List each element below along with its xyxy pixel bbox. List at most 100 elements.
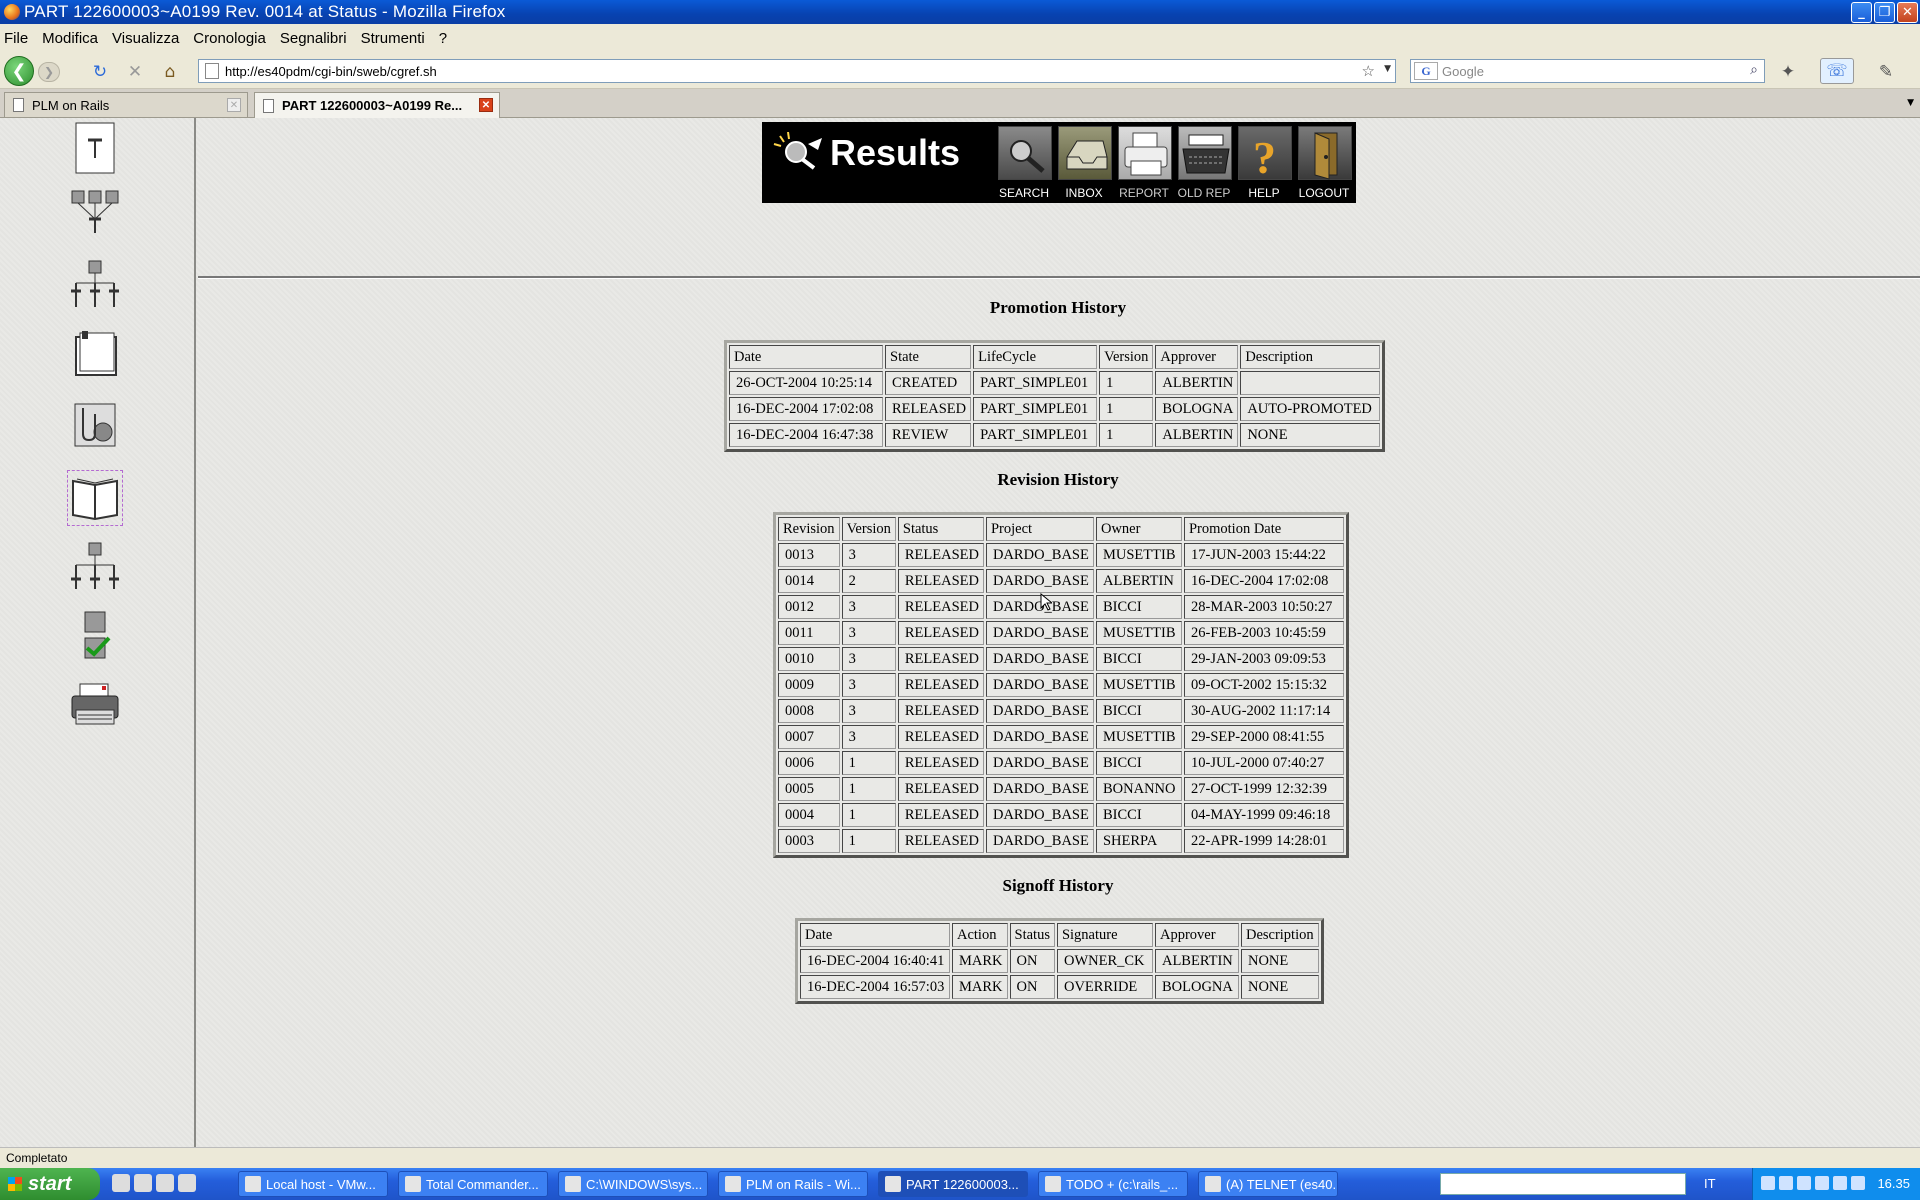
menu-visualizza[interactable]: Visualizza [112, 30, 179, 47]
document-pin-icon[interactable] [68, 121, 122, 175]
multi-level-tree-icon[interactable] [68, 188, 122, 242]
edit-tool-icon[interactable]: ✎ [1876, 62, 1896, 82]
tray-icon[interactable] [1815, 1176, 1829, 1190]
inbox-nav-button[interactable]: INBOX [1054, 126, 1114, 202]
table-cell: DARDO_BASE [985, 751, 1094, 775]
logout-nav-button[interactable]: LOGOUT [1294, 126, 1354, 202]
bookmark-star-icon[interactable]: ☆ [1362, 62, 1375, 80]
menu-help[interactable]: ? [439, 30, 447, 47]
left-icon-frame [0, 118, 196, 1147]
forward-button[interactable]: ❯ [38, 62, 60, 82]
google-engine-icon[interactable]: G [1414, 62, 1438, 80]
tab-plm-on-rails[interactable]: PLM on Rails ✕ [4, 92, 248, 117]
table-cell: 26-FEB-2003 10:45:59 [1183, 621, 1344, 645]
table-cell: 1 [1099, 423, 1154, 447]
open-book-icon[interactable] [67, 470, 123, 526]
tray-icon[interactable] [1851, 1176, 1865, 1190]
old-report-label: OLD REP [1177, 186, 1231, 200]
report-nav-button[interactable]: REPORT [1114, 126, 1174, 202]
table-cell: DARDO_BASE [985, 777, 1094, 801]
taskbar-window-button[interactable]: TODO + (c:\rails_... [1038, 1171, 1188, 1197]
back-button[interactable]: ❮ [4, 56, 34, 86]
minimize-button[interactable]: _ [1851, 2, 1872, 23]
tray-icon[interactable] [1797, 1176, 1811, 1190]
table-cell: 09-OCT-2002 15:15:32 [1183, 673, 1344, 697]
table-cell: PART_SIMPLE01 [973, 397, 1098, 421]
menu-segnalibri[interactable]: Segnalibri [280, 30, 347, 47]
addon-icon[interactable]: ✦ [1778, 62, 1798, 82]
taskbar-search-field[interactable] [1440, 1173, 1686, 1195]
table-cell: 2 [841, 569, 896, 593]
table-row: 16-DEC-2004 16:40:41 MARK ON OWNER_CK ALBERT… [800, 949, 1319, 973]
attachment-icon[interactable] [68, 398, 122, 452]
where-used-tree-icon[interactable] [68, 540, 122, 594]
table-cell: MARK [952, 975, 1008, 999]
revision-history-table: Revision Version Status Project Owner Promoti… [773, 512, 1349, 858]
search-nav-button[interactable]: SEARCH [994, 126, 1054, 202]
checklist-icon[interactable] [68, 608, 122, 662]
url-dropdown-icon[interactable]: ▼ [1384, 64, 1391, 74]
taskbar-window-button[interactable]: Local host - VMw... [238, 1171, 388, 1197]
home-icon[interactable]: ⌂ [160, 62, 180, 82]
address-bar[interactable]: http://es40pdm/cgi-bin/sweb/cgref.sh ☆ ▼ [198, 59, 1396, 83]
tab-list-icon[interactable]: ▼ [1907, 98, 1914, 108]
table-cell: 16-DEC-2004 17:02:08 [1183, 569, 1344, 593]
column-header: Action [952, 923, 1008, 947]
maximize-button[interactable]: ❐ [1874, 2, 1895, 23]
skype-icon[interactable]: ☏ [1820, 58, 1854, 84]
table-cell: NONE [1240, 423, 1381, 447]
language-indicator[interactable]: IT [1704, 1176, 1716, 1191]
tab-part-status[interactable]: PART 122600003~A0199 Re... ✕ [254, 92, 500, 118]
url-text[interactable]: http://es40pdm/cgi-bin/sweb/cgref.sh [225, 64, 437, 79]
menu-modifica[interactable]: Modifica [42, 30, 98, 47]
desktop-icon[interactable] [112, 1174, 130, 1192]
taskbar-window-button[interactable]: Total Commander... [398, 1171, 548, 1197]
page-icon [263, 98, 274, 113]
table-row: 0006 1 RELEASED DARDO_BASE BICCI 10-JUL-2000 … [778, 751, 1344, 775]
taskbar-button-label: PART 122600003... [906, 1176, 1019, 1192]
column-header: Version [1099, 345, 1154, 369]
stop-icon[interactable]: ✕ [125, 62, 145, 82]
taskbar-window-button[interactable]: C:\WINDOWS\sys... [558, 1171, 708, 1197]
menu-cronologia[interactable]: Cronologia [193, 30, 266, 47]
table-cell: 0008 [778, 699, 840, 723]
start-button[interactable]: start [0, 1168, 100, 1200]
search-box[interactable]: G Google ⌕ [1410, 59, 1765, 83]
table-cell: NONE [1240, 949, 1319, 973]
search-placeholder[interactable]: Google [1442, 64, 1484, 79]
clock: 16.35 [1877, 1176, 1910, 1191]
table-cell: 0014 [778, 569, 840, 593]
table-cell: DARDO_BASE [985, 725, 1094, 749]
close-tab-icon[interactable]: ✕ [227, 98, 241, 112]
help-nav-button[interactable]: ? HELP [1234, 126, 1294, 202]
table-cell: 0012 [778, 595, 840, 619]
reload-icon[interactable]: ↻ [90, 62, 110, 82]
table-cell: 3 [841, 699, 896, 723]
quick-launch [112, 1174, 196, 1192]
menu-strumenti[interactable]: Strumenti [361, 30, 425, 47]
taskbar-window-button[interactable]: PART 122600003... [878, 1171, 1028, 1197]
single-level-tree-icon[interactable] [68, 258, 122, 312]
close-window-button[interactable]: ✕ [1897, 2, 1918, 23]
app-icon [565, 1176, 581, 1192]
firefox-quicklaunch-icon[interactable] [156, 1174, 174, 1192]
printer-icon[interactable] [68, 678, 122, 732]
tray-icon[interactable] [1779, 1176, 1793, 1190]
menu-file[interactable]: File [4, 30, 28, 47]
table-cell: 0003 [778, 829, 840, 853]
table-cell: RELEASED [897, 647, 984, 671]
app-quicklaunch-icon[interactable] [178, 1174, 196, 1192]
taskbar-window-button[interactable]: PLM on Rails - Wi... [718, 1171, 868, 1197]
search-icon[interactable]: ⌕ [1750, 62, 1758, 78]
tray-icon[interactable] [1833, 1176, 1847, 1190]
table-cell: 17-JUN-2003 15:44:22 [1183, 543, 1344, 567]
tray-icon[interactable] [1761, 1176, 1775, 1190]
outlook-icon[interactable] [134, 1174, 152, 1192]
table-row: 0011 3 RELEASED DARDO_BASE MUSETTIB 26-FEB-20… [778, 621, 1344, 645]
table-cell: RELEASED [897, 777, 984, 801]
clipboard-icon[interactable] [68, 328, 122, 382]
close-tab-icon[interactable]: ✕ [479, 98, 493, 112]
status-bar: Completato [0, 1147, 1920, 1168]
taskbar-window-button[interactable]: (A) TELNET (es40... [1198, 1171, 1338, 1197]
old-report-nav-button[interactable]: OLD REP [1174, 126, 1234, 202]
